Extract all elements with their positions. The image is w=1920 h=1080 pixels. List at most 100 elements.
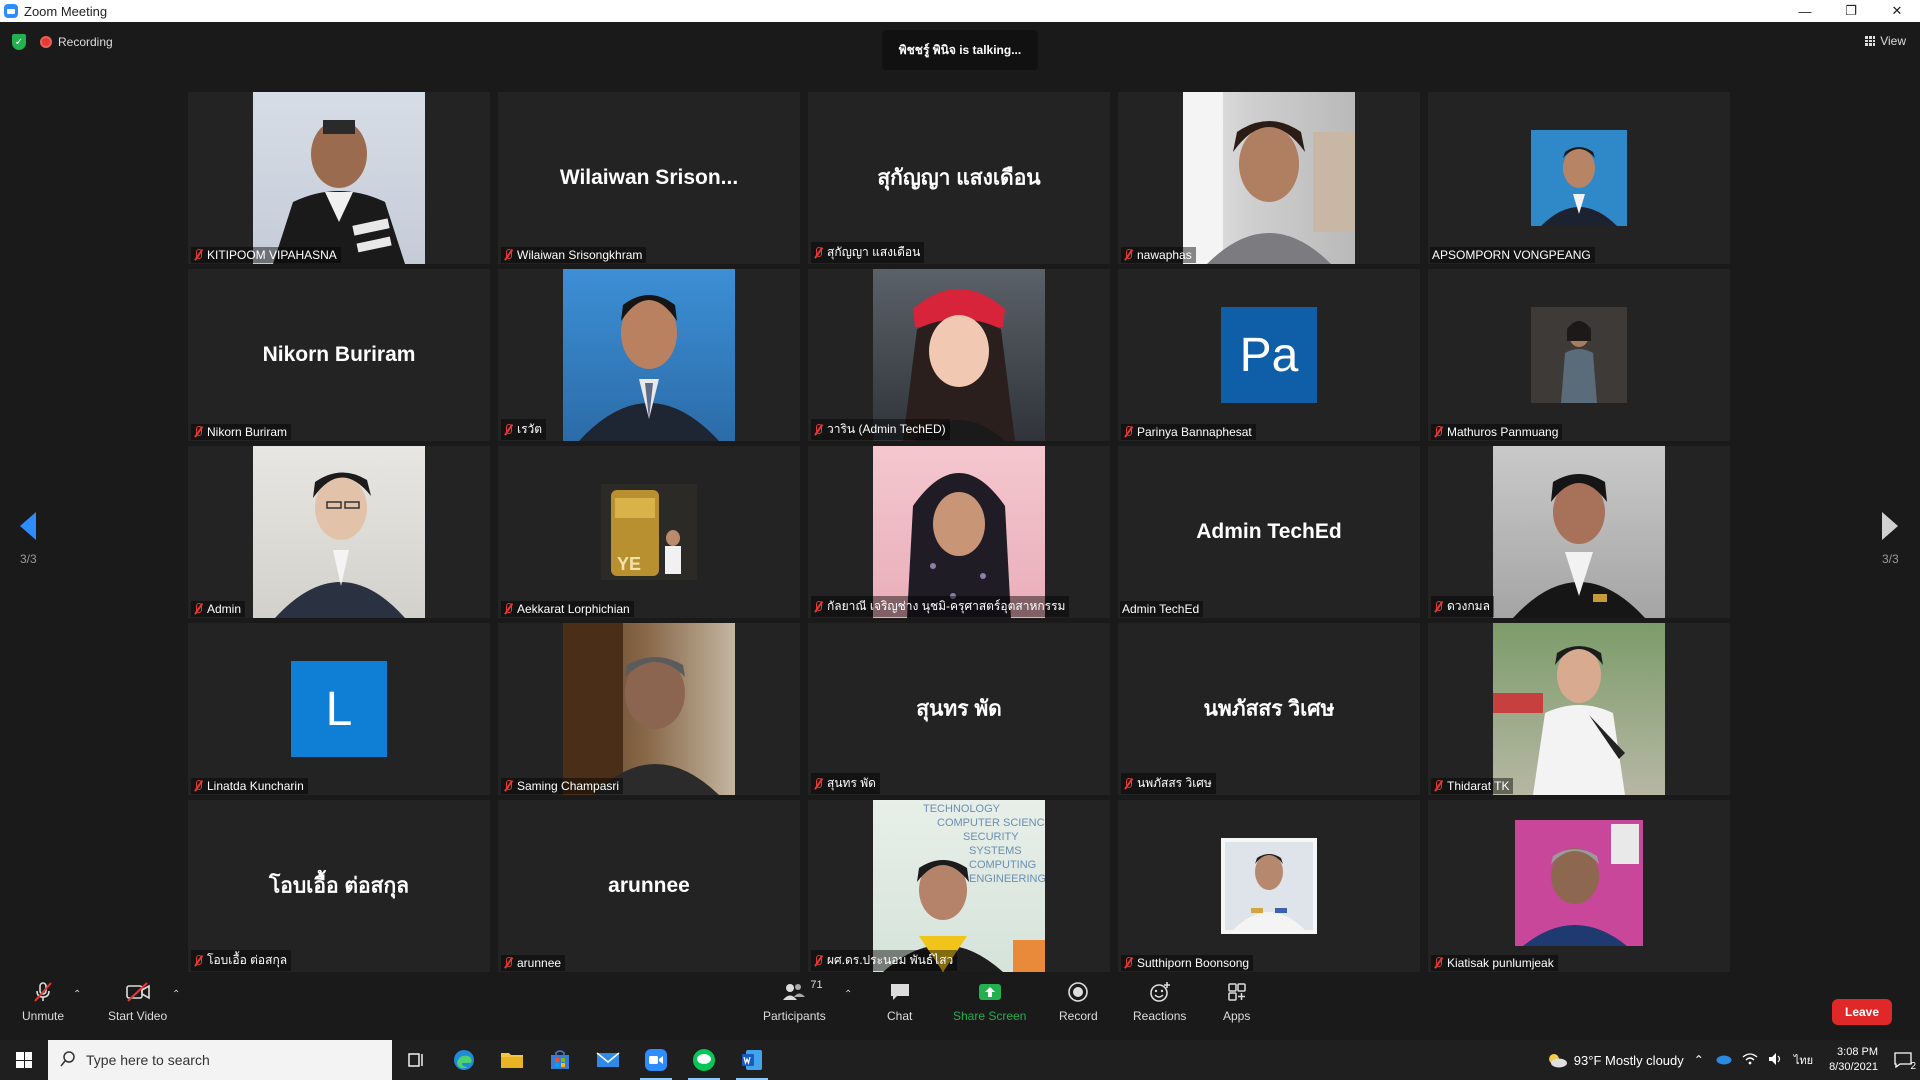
reactions-label: Reactions	[1133, 1009, 1187, 1023]
video-tile[interactable]: ดวงกมล	[1428, 446, 1730, 618]
participant-label: นพภัสสร วิเศษ	[1121, 773, 1216, 794]
taskbar-search[interactable]: Type here to search	[48, 1040, 392, 1080]
task-view-button[interactable]	[392, 1040, 440, 1080]
mic-muted-icon	[813, 246, 823, 259]
video-tile[interactable]: สุนทร พัด สุนทร พัด	[808, 623, 1110, 795]
video-tile[interactable]: Sutthiporn Boonsong	[1118, 800, 1420, 972]
leave-button[interactable]: Leave	[1832, 999, 1892, 1025]
start-video-label: Start Video	[108, 1009, 168, 1023]
participant-photo	[563, 623, 735, 795]
share-screen-button[interactable]: Share Screen	[953, 981, 1026, 1023]
video-tile[interactable]: Thidarat TK	[1428, 623, 1730, 795]
video-tile[interactable]: L Linatda Kuncharin	[188, 623, 490, 795]
video-tile[interactable]: Pa Parinya Bannaphesat	[1118, 269, 1420, 441]
svg-text:COMPUTER SCIENCE: COMPUTER SCIENCE	[937, 817, 1045, 829]
mic-muted-icon	[1123, 957, 1133, 969]
video-tile[interactable]: โอบเอื้อ ต่อสกุล โอบเอื้อ ต่อสกุล	[188, 800, 490, 972]
video-tile[interactable]: TECHNOLOGY COMPUTER SCIENCE SECURITY SYS…	[808, 800, 1110, 972]
participant-label: KITIPOOM VIPAHASNA	[191, 247, 341, 263]
participant-avatar: Pa	[1221, 307, 1317, 403]
window-title: Zoom Meeting	[24, 3, 108, 19]
participant-photo	[1493, 623, 1665, 795]
meeting-area: ✓ Recording พิชชรู์ พินิจ is talking... …	[0, 22, 1920, 975]
meeting-toolbar: Unmute ⌃ Start Video ⌃ 71 Participants ⌃…	[0, 975, 1920, 1040]
edge-app-button[interactable]	[440, 1040, 488, 1080]
folder-icon	[501, 1053, 523, 1068]
video-tile[interactable]: นพภัสสร วิเศษ นพภัสสร วิเศษ	[1118, 623, 1420, 795]
participant-photo	[563, 269, 735, 441]
video-tile[interactable]: กัลยาณี เจริญช่าง นุชมิ-ครุศาสตร์อุตสาหก…	[808, 446, 1110, 618]
start-button[interactable]	[0, 1040, 48, 1080]
participant-label: สุนทร พัด	[811, 773, 880, 794]
volume-icon[interactable]	[1768, 1052, 1784, 1069]
store-app-button[interactable]	[536, 1040, 584, 1080]
view-button[interactable]: View	[1865, 34, 1906, 48]
video-tile[interactable]: Kiatisak punlumjeak	[1428, 800, 1730, 972]
mic-muted-icon	[193, 249, 203, 261]
participant-name-display: นพภัสสร วิเศษ	[1203, 697, 1335, 721]
shield-icon[interactable]: ✓	[12, 34, 26, 50]
mic-muted-icon	[1433, 426, 1443, 438]
taskbar-clock[interactable]: 3:08 PM 8/30/2021	[1823, 1045, 1884, 1075]
zoom-app-button[interactable]	[632, 1040, 680, 1080]
participants-icon: 71	[782, 979, 823, 1003]
recording-indicator[interactable]: Recording	[40, 35, 113, 49]
apps-icon	[1226, 981, 1248, 1003]
mic-muted-icon	[813, 600, 823, 613]
file-explorer-button[interactable]	[488, 1040, 536, 1080]
video-tile[interactable]: Nikorn Buriram Nikorn Buriram	[188, 269, 490, 441]
previous-page-button[interactable]: 3/3	[20, 512, 37, 566]
reactions-button[interactable]: Reactions	[1133, 981, 1186, 1023]
close-button[interactable]: ✕	[1874, 0, 1920, 22]
woman-poster-portrait: TECHNOLOGY COMPUTER SCIENCE SECURITY SYS…	[883, 803, 1045, 972]
audio-options-caret[interactable]: ⌃	[73, 989, 81, 1000]
participant-label: nawaphas	[1121, 247, 1196, 263]
search-icon	[60, 1050, 76, 1070]
input-language[interactable]: ไทย	[1794, 1051, 1813, 1069]
start-video-button[interactable]: Start Video	[108, 981, 167, 1023]
video-tile[interactable]: Wilaiwan Srison... Wilaiwan Srisongkhram	[498, 92, 800, 264]
video-tile[interactable]: Saming Champasri	[498, 623, 800, 795]
video-tile[interactable]: arunnee arunnee	[498, 800, 800, 972]
video-tile[interactable]: APSOMPORN VONGPEANG	[1428, 92, 1730, 264]
participant-label: Linatda Kuncharin	[191, 778, 308, 794]
beer-can-photo: YE	[611, 490, 681, 576]
video-tile[interactable]: Mathuros Panmuang	[1428, 269, 1730, 441]
participant-photo	[873, 446, 1045, 618]
participant-label: Thidarat TK	[1431, 778, 1514, 794]
participant-name-display: สุกัญญา แสงเดือน	[877, 166, 1041, 190]
video-tile[interactable]: nawaphas	[1118, 92, 1420, 264]
apps-button[interactable]: Apps	[1223, 981, 1250, 1023]
onedrive-icon[interactable]	[1714, 1053, 1732, 1068]
participant-label: เรวัต	[501, 419, 547, 440]
notification-center[interactable]: 2	[1894, 1052, 1916, 1072]
chat-icon	[889, 981, 911, 1003]
video-tile[interactable]: KITIPOOM VIPAHASNA	[188, 92, 490, 264]
video-tile[interactable]: สุกัญญา แสงเดือน สุกัญญา แสงเดือน	[808, 92, 1110, 264]
network-icon[interactable]	[1742, 1052, 1758, 1069]
next-page-button[interactable]: 3/3	[1882, 512, 1899, 566]
unmute-button[interactable]: Unmute	[22, 981, 64, 1023]
video-tile[interactable]: YE Aekkarat Lorphichian	[498, 446, 800, 618]
participant-label: วาริน (Admin TechED)	[811, 419, 950, 440]
show-hidden-icons-caret[interactable]: ⌃	[1694, 1053, 1704, 1067]
video-tile[interactable]: วาริน (Admin TechED)	[808, 269, 1110, 441]
record-button[interactable]: Record	[1059, 981, 1098, 1023]
weather-widget[interactable]: 93°F Mostly cloudy	[1546, 1052, 1684, 1068]
chat-button[interactable]: Chat	[887, 981, 912, 1023]
participants-options-caret[interactable]: ⌃	[844, 989, 852, 1000]
mail-app-button[interactable]	[584, 1040, 632, 1080]
minimize-button[interactable]: —	[1782, 0, 1828, 22]
video-options-caret[interactable]: ⌃	[172, 989, 180, 1000]
participants-button[interactable]: 71 Participants	[763, 979, 826, 1023]
video-tile[interactable]: Admin	[188, 446, 490, 618]
line-app-button[interactable]	[680, 1040, 728, 1080]
restore-button[interactable]: ❐	[1828, 0, 1874, 22]
mic-muted-icon	[503, 780, 513, 792]
word-app-button[interactable]	[728, 1040, 776, 1080]
mic-muted-icon	[32, 981, 54, 1003]
page-indicator-left: 3/3	[20, 552, 37, 566]
video-tile[interactable]: Admin TechEd Admin TechEd	[1118, 446, 1420, 618]
video-tile[interactable]: เรวัต	[498, 269, 800, 441]
woman-uniform-portrait	[1493, 646, 1625, 795]
